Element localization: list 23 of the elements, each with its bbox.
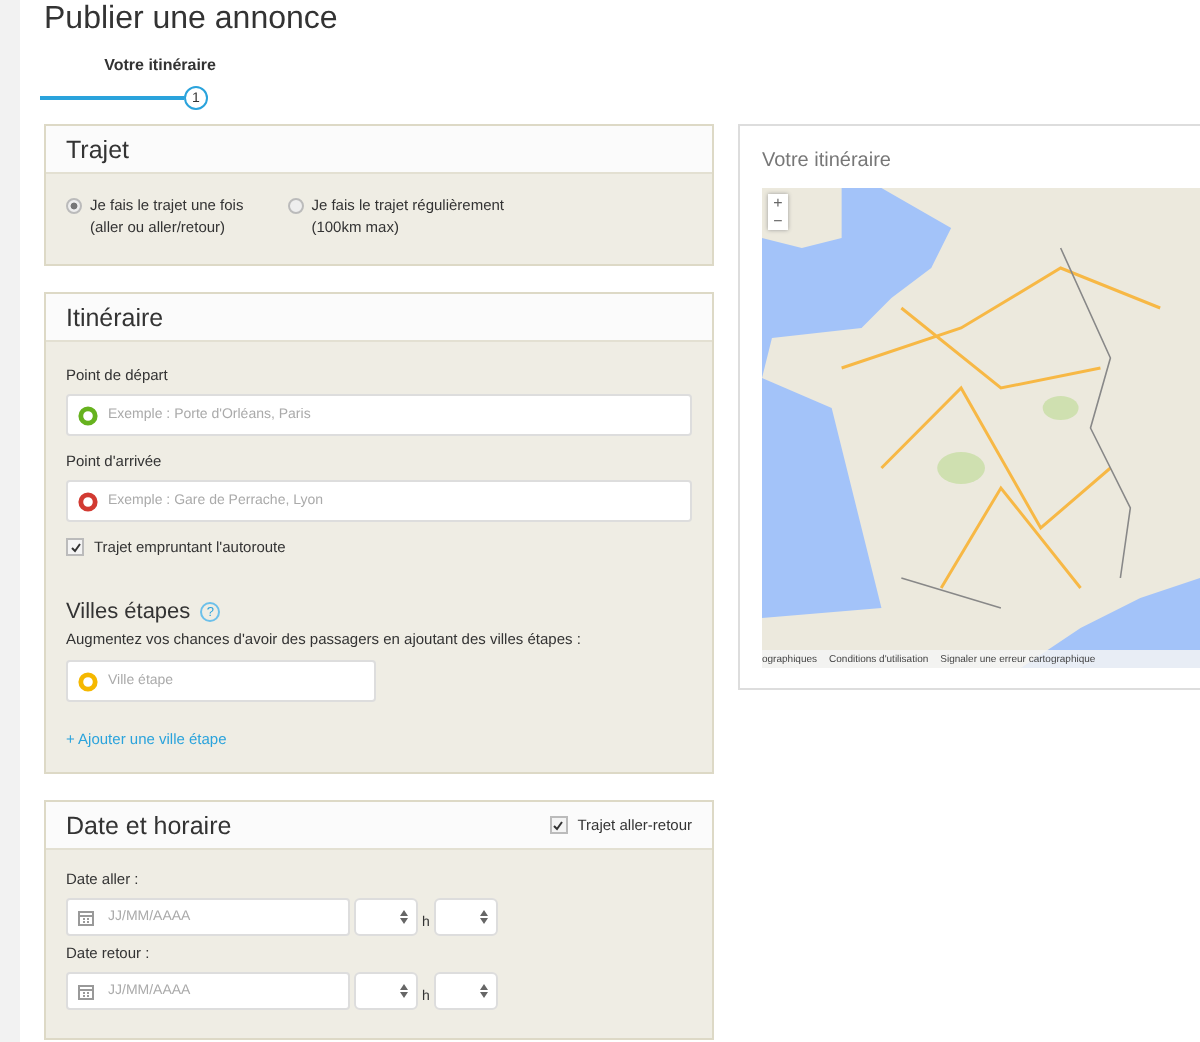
section-subtitle: Villes étapes [66,600,191,624]
checkbox[interactable] [66,538,84,556]
zoom-in-button[interactable]: + [768,194,788,212]
minute-select[interactable] [433,972,498,1010]
hour-select[interactable] [354,972,418,1010]
panel-title: Itinéraire [66,303,164,331]
map-panel-title: Votre itinéraire [762,150,893,172]
zoom-out-button[interactable]: − [768,212,788,230]
spinner-arrows-icon [479,984,488,998]
hour-select[interactable] [354,898,418,936]
radio-button[interactable] [287,198,304,214]
calendar-icon [78,983,94,999]
spinner-arrows-icon [400,984,408,998]
step-label: Votre itinéraire [104,56,216,74]
checkbox[interactable] [549,816,568,834]
page-title: Publier une annonce [44,2,340,38]
radio-button[interactable] [66,198,82,214]
minute-select[interactable] [433,898,498,936]
panel-title: Trajet [66,135,129,163]
calendar-icon [78,909,94,925]
spinner-arrows-icon [400,910,408,924]
spinner-arrows-icon [479,910,488,924]
panel-title: Date et horaire [66,811,232,839]
